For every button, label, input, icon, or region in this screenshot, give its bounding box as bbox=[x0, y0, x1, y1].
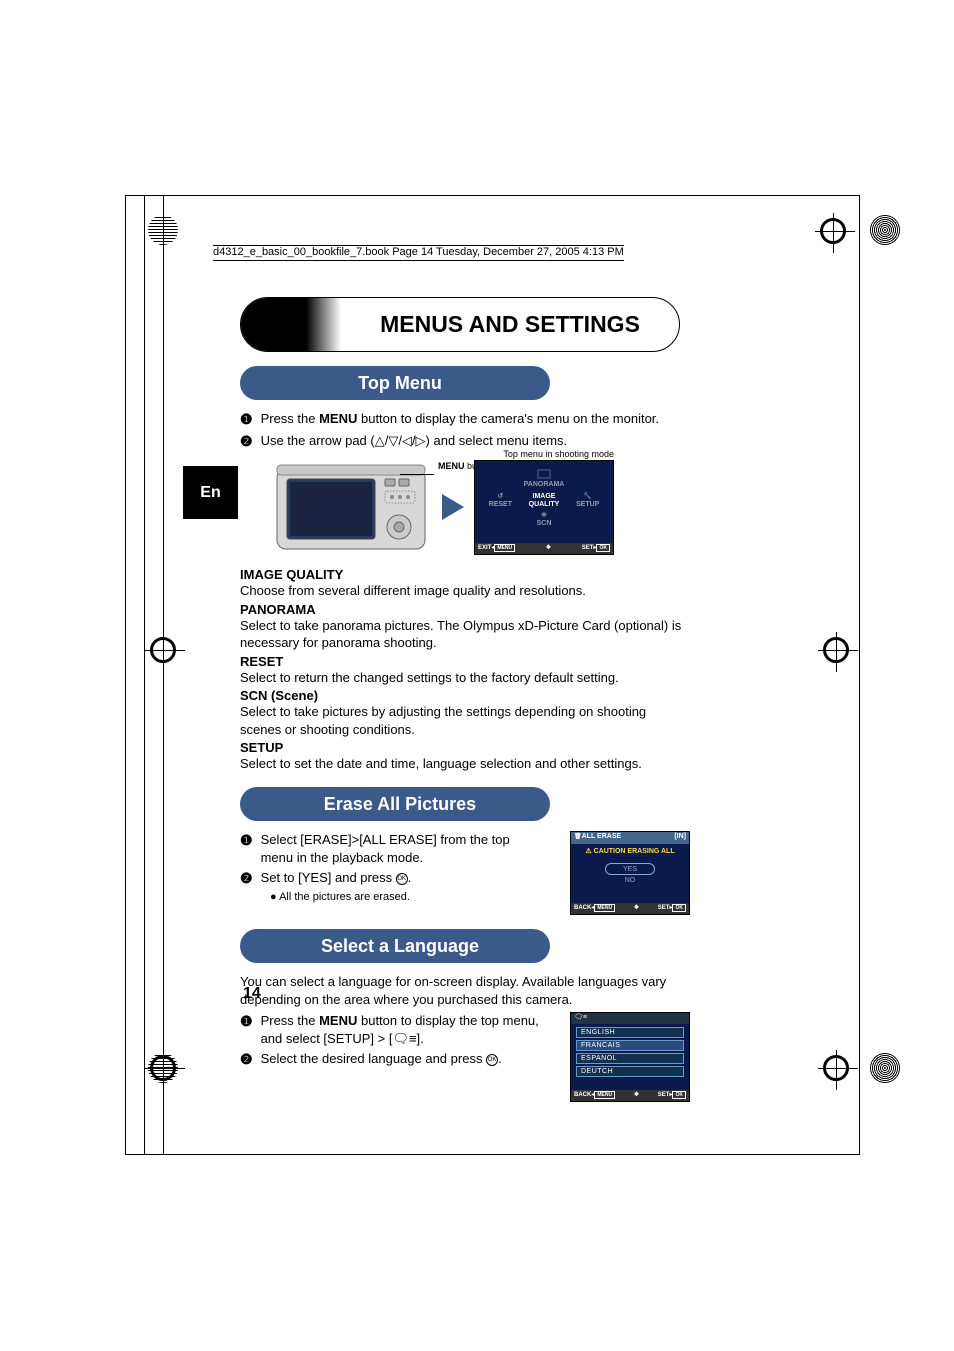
lang-francais: FRANCAIS bbox=[576, 1040, 684, 1051]
step-text: Set to [YES] and press OK. bbox=[261, 869, 412, 887]
body-panorama: Select to take panorama pictures. The Ol… bbox=[240, 617, 690, 652]
erase-screen: 🗑ALL ERASE [IN] ⚠ CAUTION ERASING ALL YE… bbox=[570, 831, 690, 915]
heading-reset: RESET bbox=[240, 654, 690, 669]
step-number-2: ❷ bbox=[240, 869, 253, 889]
menu-image-quality: IMAGE QUALITY bbox=[529, 493, 560, 508]
language-screen: 🗨≡ ENGLISH FRANCAIS ESPANOL DEUTCH BACK◂… bbox=[570, 1012, 690, 1102]
step-text: Press the MENU button to display the cam… bbox=[261, 410, 659, 428]
frame-divider bbox=[144, 195, 145, 1155]
menu-setup: 🔧SETUP bbox=[576, 493, 599, 508]
caution-text: ⚠ CAUTION ERASING ALL bbox=[571, 847, 689, 855]
section-title: Erase All Pictures bbox=[324, 794, 476, 815]
step-text: Select [ERASE]>[ALL ERASE] from the top … bbox=[261, 831, 531, 867]
registration-mark bbox=[870, 1053, 900, 1083]
heading-setup: SETUP bbox=[240, 740, 690, 755]
language-intro: You can select a language for on-screen … bbox=[240, 973, 690, 1008]
registration-mark bbox=[870, 215, 900, 245]
language-tab: En bbox=[183, 466, 238, 519]
step-number-1: ❶ bbox=[240, 410, 253, 430]
page-title: MENUS AND SETTINGS bbox=[341, 298, 679, 351]
no-option: NO bbox=[571, 877, 689, 884]
arrow-right-icon bbox=[442, 494, 464, 520]
language-setup-icon: 🗨≡ bbox=[392, 1031, 416, 1046]
step-text: Select the desired language and press OK… bbox=[261, 1050, 502, 1068]
heading-scn: SCN (Scene) bbox=[240, 688, 690, 703]
language-tab-label: En bbox=[200, 484, 220, 502]
page-number: 14 bbox=[243, 985, 261, 1003]
step-text: Use the arrow pad (△/▽/◁/▷) and select m… bbox=[261, 432, 568, 450]
step-number-1: ❶ bbox=[240, 831, 253, 851]
step-number-1: ❶ bbox=[240, 1012, 253, 1032]
section-title: Select a Language bbox=[321, 936, 479, 957]
menu-scn: ☀SCN bbox=[537, 512, 552, 527]
ok-icon: OK bbox=[486, 1054, 498, 1066]
body-image-quality: Choose from several different image qual… bbox=[240, 582, 690, 600]
body-scn: Select to take pictures by adjusting the… bbox=[240, 703, 690, 738]
lang-english: ENGLISH bbox=[576, 1027, 684, 1038]
camera-illustration bbox=[272, 457, 432, 552]
heading-panorama: PANORAMA bbox=[240, 602, 690, 617]
lang-deutch: DEUTCH bbox=[576, 1066, 684, 1077]
ok-icon: OK bbox=[396, 873, 408, 885]
section-pill-top-menu: Top Menu bbox=[250, 366, 550, 400]
yes-option: YES bbox=[605, 863, 655, 875]
camera-illustration-row: MENU button Top menu in shooting mode bbox=[272, 457, 690, 557]
page-title-box: MENUS AND SETTINGS bbox=[240, 297, 680, 352]
lang-espanol: ESPANOL bbox=[576, 1053, 684, 1064]
heading-image-quality: IMAGE QUALITY bbox=[240, 567, 690, 582]
header-text: d4312_e_basic_00_bookfile_7.book Page 14… bbox=[213, 246, 624, 258]
top-menu-label: Top menu in shooting mode bbox=[503, 449, 614, 459]
step-number-2: ❷ bbox=[240, 1050, 253, 1070]
section-title: Top Menu bbox=[358, 373, 442, 394]
frame-divider bbox=[163, 195, 164, 1155]
step-text: Press the MENU button to display the top… bbox=[261, 1012, 541, 1048]
body-setup: Select to set the date and time, languag… bbox=[240, 755, 690, 773]
body-reset: Select to return the changed settings to… bbox=[240, 669, 690, 687]
section-pill-language: Select a Language bbox=[250, 929, 550, 963]
step-number-2: ❷ bbox=[240, 432, 253, 452]
page-header: d4312_e_basic_00_bookfile_7.book Page 14… bbox=[213, 245, 624, 261]
menu-reset: ↺RESET bbox=[489, 493, 512, 508]
bullet-text: ● All the pictures are erased. bbox=[270, 891, 558, 903]
section-pill-erase: Erase All Pictures bbox=[250, 787, 550, 821]
menu-panorama: PANORAMA bbox=[524, 469, 565, 489]
camera-menu-screen: PANORAMA ↺RESET IMAGE QUALITY 🔧SETUP ☀SC… bbox=[474, 460, 614, 555]
